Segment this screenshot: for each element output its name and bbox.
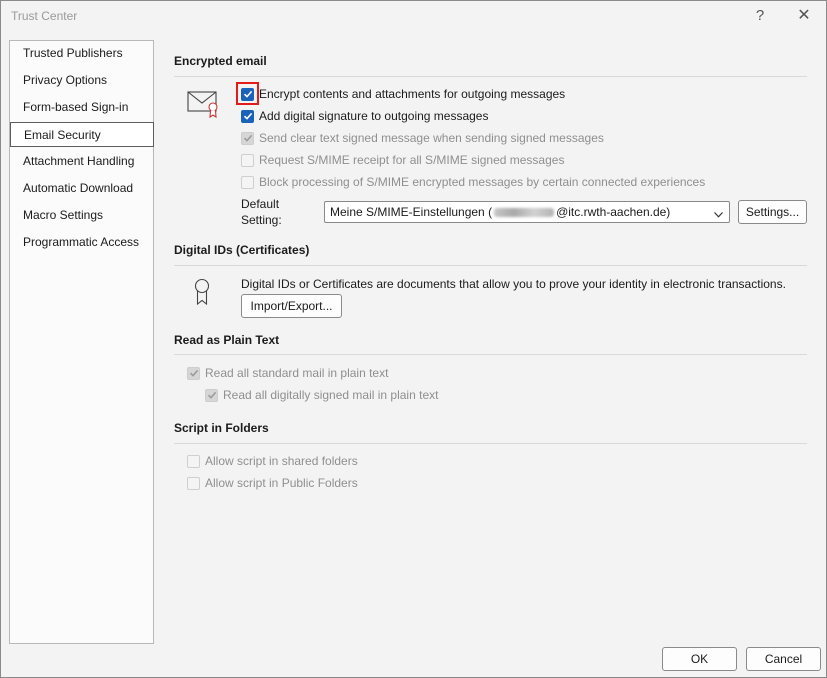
import-export-button[interactable]: Import/Export...	[241, 294, 342, 318]
encrypt-contents-label: Encrypt contents and attachments for out…	[259, 87, 566, 101]
section-divider	[174, 76, 807, 77]
envelope-certificate-icon	[187, 89, 221, 119]
add-signature-checkbox[interactable]	[241, 109, 254, 123]
default-setting-suffix: @itc.rwth-aachen.de)	[556, 205, 671, 219]
script-public-folders-checkbox	[187, 476, 200, 490]
script-public-folders-option: Allow script in Public Folders	[187, 474, 358, 492]
block-processing-checkbox	[241, 175, 254, 189]
read-plain-text-option: Read all standard mail in plain text	[187, 364, 388, 382]
digital-ids-heading: Digital IDs (Certificates)	[174, 243, 310, 257]
send-clear-text-checkbox	[241, 131, 254, 145]
ok-button[interactable]: OK	[662, 647, 737, 671]
default-setting-dropdown[interactable]: Meine S/MIME-Einstellungen ( @itc.rwth-aa…	[324, 201, 730, 223]
digital-ids-description: Digital IDs or Certificates are document…	[241, 277, 786, 291]
read-signed-plain-text-option: Read all digitally signed mail in plain …	[205, 386, 438, 404]
close-button[interactable]: ✕	[790, 5, 818, 27]
add-signature-label: Add digital signature to outgoing messag…	[259, 109, 489, 123]
default-setting-label-line1: Default	[241, 197, 280, 211]
send-clear-text-label: Send clear text signed message when send…	[259, 131, 604, 145]
redacted-email-user	[494, 208, 555, 218]
trust-center-dialog: Trust Center ? ✕ Trusted Publishers Priv…	[0, 0, 827, 678]
cancel-button[interactable]: Cancel	[746, 647, 821, 671]
read-plain-text-checkbox	[187, 366, 200, 380]
sidebar-item-automatic-download[interactable]: Automatic Download	[10, 176, 153, 201]
default-setting-label-line2: Setting:	[241, 213, 282, 227]
default-setting-prefix: Meine S/MIME-Einstellungen (	[330, 205, 493, 219]
request-receipt-label: Request S/MIME receipt for all S/MIME si…	[259, 153, 565, 167]
encrypt-contents-option[interactable]: Encrypt contents and attachments for out…	[241, 85, 565, 103]
sidebar-item-trusted-publishers[interactable]: Trusted Publishers	[10, 41, 153, 66]
script-folders-heading: Script in Folders	[174, 421, 269, 435]
request-receipt-checkbox	[241, 153, 254, 167]
read-plain-text-label: Read all standard mail in plain text	[205, 366, 389, 380]
section-divider	[174, 265, 807, 266]
block-processing-option: Block processing of S/MIME encrypted mes…	[241, 173, 705, 191]
read-signed-plain-text-label: Read all digitally signed mail in plain …	[223, 388, 439, 402]
help-button[interactable]: ?	[746, 5, 774, 27]
window-title: Trust Center	[11, 9, 78, 23]
section-divider	[174, 354, 807, 355]
sidebar-item-privacy-options[interactable]: Privacy Options	[10, 68, 153, 93]
sidebar-item-macro-settings[interactable]: Macro Settings	[10, 203, 153, 228]
script-shared-folders-option: Allow script in shared folders	[187, 452, 358, 470]
add-signature-option[interactable]: Add digital signature to outgoing messag…	[241, 107, 488, 125]
sidebar-item-form-based-sign-in[interactable]: Form-based Sign-in	[10, 95, 153, 120]
section-divider	[174, 443, 807, 444]
script-shared-folders-checkbox	[187, 454, 200, 468]
encrypted-email-heading: Encrypted email	[174, 54, 267, 68]
sidebar-item-programmatic-access[interactable]: Programmatic Access	[10, 230, 153, 255]
send-clear-text-option: Send clear text signed message when send…	[241, 129, 604, 147]
sidebar: Trusted Publishers Privacy Options Form-…	[9, 40, 154, 644]
plain-text-heading: Read as Plain Text	[174, 333, 280, 347]
request-receipt-option: Request S/MIME receipt for all S/MIME si…	[241, 151, 564, 169]
script-shared-folders-label: Allow script in shared folders	[205, 454, 358, 468]
sidebar-item-attachment-handling[interactable]: Attachment Handling	[10, 149, 153, 174]
chevron-down-icon	[714, 205, 723, 222]
settings-button[interactable]: Settings...	[738, 200, 807, 224]
read-signed-plain-text-checkbox	[205, 388, 218, 402]
sidebar-item-email-security[interactable]: Email Security	[10, 122, 154, 147]
block-processing-label: Block processing of S/MIME encrypted mes…	[259, 175, 706, 189]
encrypt-contents-checkbox[interactable]	[241, 87, 254, 101]
script-public-folders-label: Allow script in Public Folders	[205, 476, 358, 490]
certificate-ribbon-icon	[193, 277, 213, 307]
